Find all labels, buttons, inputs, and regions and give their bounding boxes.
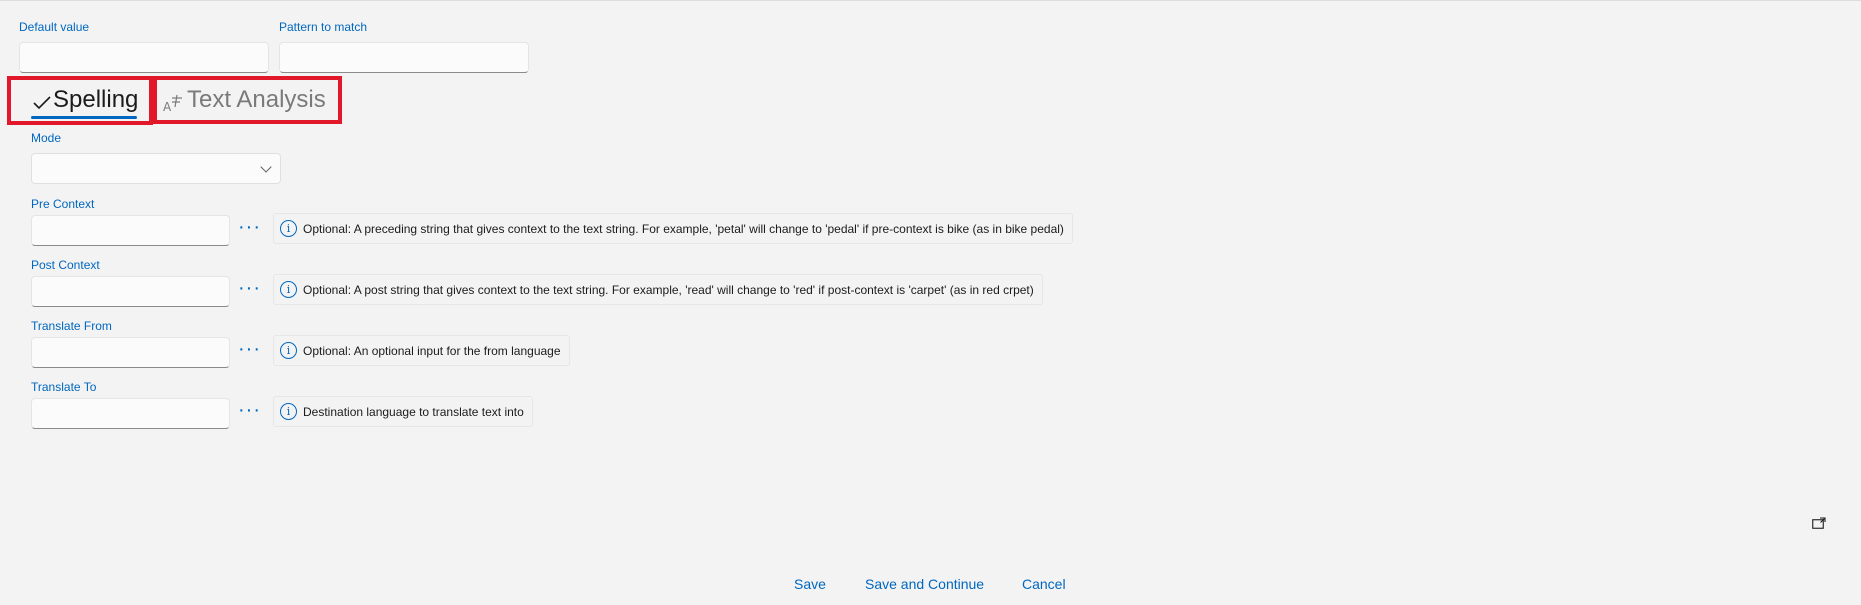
post-context-info-text: Optional: A post string that gives conte… [303, 282, 1034, 297]
pre-context-label: Pre Context [31, 197, 95, 211]
pre-context-info-text: Optional: A preceding string that gives … [303, 221, 1064, 236]
post-context-input[interactable] [31, 276, 230, 307]
tab-text-analysis[interactable]: A Text Analysis [163, 86, 326, 114]
pre-context-input[interactable] [31, 215, 230, 246]
translate-from-info-text: Optional: An optional input for the from… [303, 343, 561, 358]
checkmark-icon [31, 86, 53, 114]
default-value-input[interactable] [19, 42, 269, 73]
chevron-down-icon [260, 161, 272, 173]
default-value-label: Default value [19, 20, 90, 34]
tab-text-analysis-label: Text Analysis [187, 86, 326, 113]
translate-to-input[interactable] [31, 398, 230, 429]
svg-text:A: A [163, 100, 172, 112]
post-context-more-button[interactable]: ··· [238, 278, 261, 298]
translate-to-label: Translate To [31, 380, 97, 394]
tab-spelling-label: Spelling [53, 86, 139, 113]
translate-to-more-button[interactable]: ··· [238, 400, 261, 420]
info-icon: i [280, 403, 297, 420]
translate-from-info: i Optional: An optional input for the fr… [273, 335, 570, 366]
pattern-to-match-input[interactable] [279, 42, 529, 73]
save-and-continue-button[interactable]: Save and Continue [865, 576, 984, 592]
translate-to-info: i Destination language to translate text… [273, 396, 533, 427]
translate-from-label: Translate From [31, 319, 112, 333]
mode-label: Mode [31, 131, 62, 145]
popout-icon[interactable] [1812, 517, 1826, 529]
top-divider [0, 0, 1861, 1]
cancel-button[interactable]: Cancel [1022, 576, 1066, 592]
save-button[interactable]: Save [794, 576, 826, 592]
post-context-info: i Optional: A post string that gives con… [273, 274, 1043, 305]
mode-dropdown[interactable] [31, 153, 281, 184]
translate-from-more-button[interactable]: ··· [238, 339, 261, 359]
translate-to-info-text: Destination language to translate text i… [303, 404, 524, 419]
info-icon: i [280, 281, 297, 298]
pattern-to-match-label: Pattern to match [279, 20, 368, 34]
info-icon: i [280, 220, 297, 237]
translate-from-input[interactable] [31, 337, 230, 368]
text-analysis-icon: A [163, 86, 187, 114]
info-icon: i [280, 342, 297, 359]
post-context-label: Post Context [31, 258, 100, 272]
pre-context-more-button[interactable]: ··· [238, 217, 261, 237]
tab-spelling[interactable]: Spelling [31, 86, 138, 114]
selected-tab-indicator [31, 116, 137, 119]
pre-context-info: i Optional: A preceding string that give… [273, 213, 1073, 244]
